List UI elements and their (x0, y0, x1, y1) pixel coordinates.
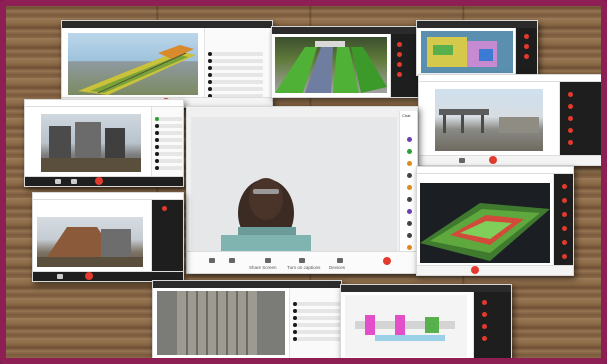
devices-icon[interactable] (337, 258, 343, 263)
window-video-call-center: Chat Share Screen Turn on captions Devic… (186, 106, 418, 274)
window-rebar-photo-bottom (152, 280, 342, 358)
title-bar (419, 75, 601, 82)
model-viewport (420, 183, 550, 263)
title-bar (25, 100, 183, 107)
model-render (420, 203, 550, 261)
end-call-button[interactable] (383, 257, 391, 265)
participants-panel (151, 107, 183, 186)
site-photo (41, 114, 141, 172)
participant-row (208, 80, 263, 84)
title-bar (341, 285, 511, 292)
toolbar-label-devices: Devices (329, 265, 346, 270)
title-bar (62, 21, 272, 28)
share-screen-icon[interactable] (265, 258, 271, 263)
model-render (78, 45, 196, 95)
participants-panel (473, 292, 511, 358)
toolbar-label-share: Share Screen (249, 265, 277, 270)
meeting-toolbar: Share Screen Turn on captions Devices (187, 251, 417, 273)
participant-row (208, 87, 263, 91)
participants-panel (515, 28, 537, 75)
site-photo (435, 89, 543, 151)
toolbar-label-captions: Turn on captions (287, 265, 321, 270)
site-photo (157, 291, 285, 355)
meeting-toolbar (25, 176, 183, 186)
microphone-icon[interactable] (209, 258, 215, 263)
collage-frame: Chat Share Screen Turn on captions Devic… (0, 0, 607, 364)
title-bar (417, 21, 537, 28)
participants-panel (559, 82, 601, 165)
photo-render (37, 227, 143, 267)
meeting-toolbar (417, 265, 573, 275)
meeting-toolbar (419, 155, 601, 165)
window-site-photo-mid-left (24, 99, 184, 187)
participant-row (208, 59, 263, 63)
model-viewport (275, 37, 387, 93)
model-viewport (421, 31, 513, 73)
photo-render (439, 109, 539, 133)
participants-panel (151, 200, 183, 281)
participant-row (208, 52, 263, 56)
title-bar (272, 27, 418, 34)
participants-panel (553, 174, 573, 275)
window-structure-photo-left (32, 192, 184, 282)
model-render (355, 315, 455, 341)
participant-row (208, 73, 263, 77)
end-call-button[interactable] (85, 272, 93, 280)
window-3d-site-top-center (271, 26, 419, 98)
participants-panel (289, 288, 341, 358)
end-call-button[interactable] (95, 177, 103, 185)
window-pipe-model-bottom (340, 284, 512, 358)
model-viewport (345, 295, 467, 357)
model-render (275, 41, 387, 93)
title-bar (417, 167, 573, 174)
window-3d-model-right (416, 166, 574, 276)
participant-row (208, 66, 263, 70)
captions-icon[interactable] (299, 258, 305, 263)
title-bar (33, 193, 183, 200)
participants-panel (390, 34, 418, 97)
participants-panel (204, 28, 266, 107)
person-video (191, 117, 397, 251)
site-photo (37, 217, 143, 267)
window-3d-model-top-left (61, 20, 273, 108)
window-site-plan-top-right (416, 20, 538, 76)
title-bar (153, 281, 341, 288)
camera-icon[interactable] (229, 258, 235, 263)
video-feed (191, 117, 397, 251)
end-call-button[interactable] (471, 266, 479, 274)
window-road-photo-right (418, 74, 601, 166)
model-render (427, 37, 497, 67)
end-call-button[interactable] (489, 156, 497, 164)
side-panel-label: Chat (402, 113, 411, 118)
model-viewport (68, 33, 198, 95)
photo-render (177, 291, 257, 355)
photo-render (41, 122, 141, 172)
